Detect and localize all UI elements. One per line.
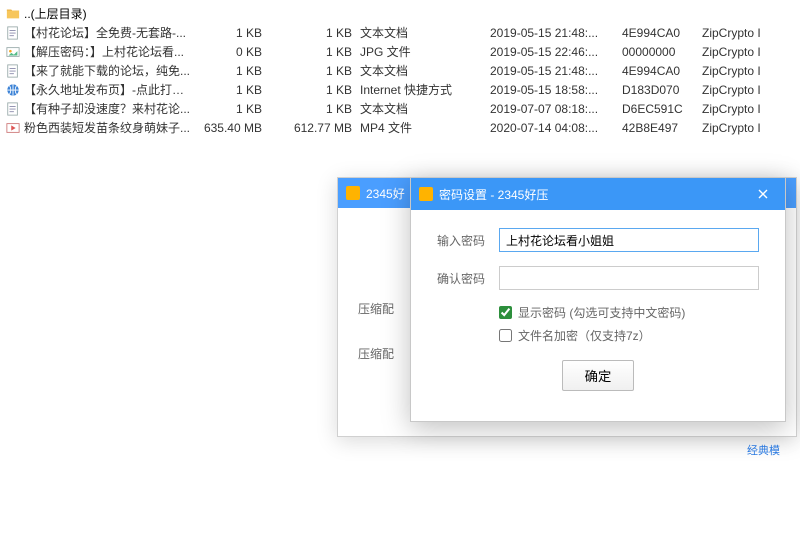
file-date: 2019-05-15 21:48:... [490, 26, 622, 40]
file-size: 1 KB [190, 64, 270, 78]
bg-row1-label: 压缩配 [358, 300, 400, 317]
file-type: 文本文档 [360, 100, 490, 117]
folder-up-icon [4, 7, 22, 21]
show-password-label[interactable]: 显示密码 (勾选可支持中文密码) [518, 304, 685, 321]
file-date: 2019-07-07 08:18:... [490, 102, 622, 116]
bg-row2-label: 压缩配 [358, 345, 400, 362]
file-type: JPG 文件 [360, 43, 490, 60]
file-name: 【解压密码：】上村花论坛看... [22, 43, 190, 60]
file-crc: 00000000 [622, 45, 702, 59]
file-size: 0 KB [190, 45, 270, 59]
file-packed-size: 1 KB [270, 26, 360, 40]
file-name: 【有种子却没速度？来村花论... [22, 100, 190, 117]
file-type-icon [4, 102, 22, 116]
file-method: ZipCrypto I [702, 102, 792, 116]
file-date: 2019-05-15 18:58:... [490, 83, 622, 97]
file-packed-size: 612.77 MB [270, 121, 360, 135]
file-method: ZipCrypto I [702, 26, 792, 40]
encrypt-filename-checkbox[interactable] [499, 329, 512, 342]
file-row[interactable]: 【有种子却没速度？来村花论...1 KB1 KB文本文档2019-07-07 0… [0, 99, 800, 118]
file-name: 粉色西装短发苗条纹身萌妹子... [22, 119, 190, 136]
file-row[interactable]: 【村花论坛】全免费-无套路-...1 KB1 KB文本文档2019-05-15 … [0, 23, 800, 42]
file-packed-size: 1 KB [270, 102, 360, 116]
file-method: ZipCrypto I [702, 64, 792, 78]
file-type-icon [4, 64, 22, 78]
password-dialog: 密码设置 - 2345好压 输入密码 确认密码 显示密码 (勾选可支持中文密码)… [410, 177, 786, 422]
confirm-password-label: 确认密码 [437, 270, 499, 287]
file-method: ZipCrypto I [702, 121, 792, 135]
file-crc: 4E994CA0 [622, 64, 702, 78]
file-crc: D183D070 [622, 83, 702, 97]
file-type-icon [4, 83, 22, 97]
file-list: ..(上层目录) 【村花论坛】全免费-无套路-...1 KB1 KB文本文档20… [0, 0, 800, 141]
file-date: 2019-05-15 22:46:... [490, 45, 622, 59]
file-type-icon [4, 26, 22, 40]
file-row[interactable]: 【永久地址发布页】-点此打开...1 KB1 KBInternet 快捷方式20… [0, 80, 800, 99]
file-size: 635.40 MB [190, 121, 270, 135]
show-password-checkbox[interactable] [499, 306, 512, 319]
close-button[interactable] [749, 183, 777, 205]
password-dialog-titlebar: 密码设置 - 2345好压 [411, 178, 785, 210]
file-row[interactable]: 粉色西装短发苗条纹身萌妹子...635.40 MB612.77 MBMP4 文件… [0, 118, 800, 137]
file-date: 2019-05-15 21:48:... [490, 64, 622, 78]
file-name: 【来了就能下载的论坛，纯免... [22, 62, 190, 79]
file-size: 1 KB [190, 26, 270, 40]
file-crc: 4E994CA0 [622, 26, 702, 40]
file-row[interactable]: 【来了就能下载的论坛，纯免...1 KB1 KB文本文档2019-05-15 2… [0, 61, 800, 80]
compress-dialog-title-text: 2345好 [366, 185, 405, 202]
file-type: Internet 快捷方式 [360, 81, 490, 98]
file-date: 2020-07-14 04:08:... [490, 121, 622, 135]
file-crc: D6EC591C [622, 102, 702, 116]
input-password-label: 输入密码 [437, 232, 499, 249]
file-packed-size: 1 KB [270, 45, 360, 59]
ok-button[interactable]: 确定 [562, 360, 635, 391]
file-type: 文本文档 [360, 62, 490, 79]
file-crc: 42B8E497 [622, 121, 702, 135]
file-size: 1 KB [190, 83, 270, 97]
file-method: ZipCrypto I [702, 45, 792, 59]
updir-row[interactable]: ..(上层目录) [0, 4, 800, 23]
file-name: 【永久地址发布页】-点此打开... [22, 81, 190, 98]
file-row[interactable]: 【解压密码：】上村花论坛看...0 KB1 KBJPG 文件2019-05-15… [0, 42, 800, 61]
file-type-icon [4, 45, 22, 59]
file-name: 【村花论坛】全免费-无套路-... [22, 24, 190, 41]
password-input[interactable] [499, 228, 759, 252]
updir-label: ..(上层目录) [22, 5, 190, 22]
file-type: 文本文档 [360, 24, 490, 41]
file-type-icon [4, 121, 22, 135]
app-icon [346, 186, 360, 200]
file-type: MP4 文件 [360, 119, 490, 136]
password-dialog-title: 密码设置 - 2345好压 [439, 186, 548, 203]
classic-mode-link[interactable]: 经典模 [747, 445, 780, 457]
file-packed-size: 1 KB [270, 64, 360, 78]
file-size: 1 KB [190, 102, 270, 116]
encrypt-filename-label[interactable]: 文件名加密（仅支持7z） [518, 327, 651, 344]
file-method: ZipCrypto I [702, 83, 792, 97]
app-icon [419, 187, 433, 201]
file-packed-size: 1 KB [270, 83, 360, 97]
confirm-password-input[interactable] [499, 266, 759, 290]
